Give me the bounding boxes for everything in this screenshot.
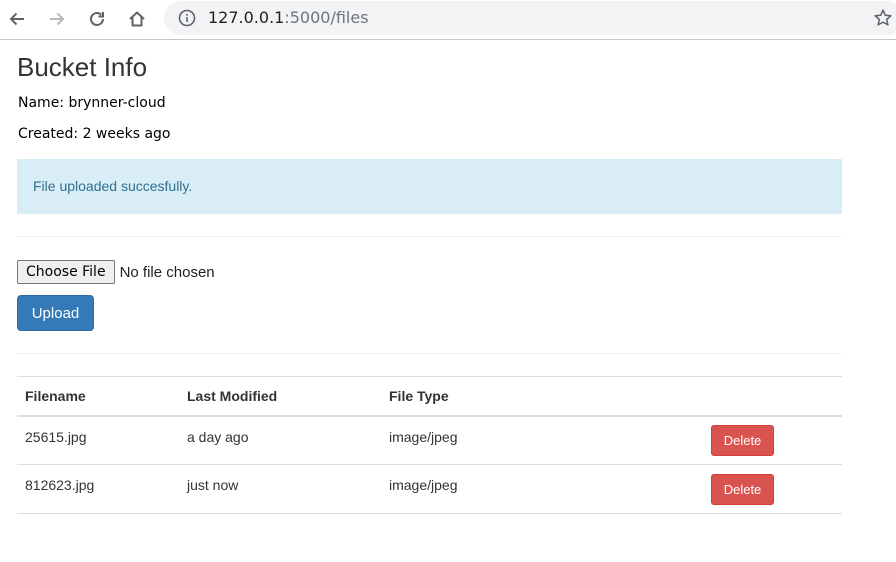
table-row: 25615.jpg a day ago image/jpeg Delete xyxy=(17,415,842,465)
bucket-name: Name: brynner-cloud xyxy=(18,95,166,111)
cell-actions: Delete xyxy=(703,464,842,514)
header-actions xyxy=(703,376,842,417)
forward-arrow-icon[interactable] xyxy=(44,6,70,32)
star-icon[interactable] xyxy=(873,8,893,28)
file-input[interactable]: Choose File No file chosen xyxy=(17,260,215,284)
browser-toolbar: 127.0.0.1:5000/files xyxy=(0,0,896,40)
delete-button[interactable]: Delete xyxy=(711,424,774,456)
url-host: 127.0.0.1 xyxy=(208,8,285,27)
cell-last-modified: a day ago xyxy=(179,415,381,465)
divider xyxy=(17,353,842,354)
cell-last-modified: just now xyxy=(179,464,381,514)
upload-button[interactable]: Upload xyxy=(17,295,94,331)
table-header-row: Filename Last Modified File Type xyxy=(17,376,842,417)
delete-button[interactable]: Delete xyxy=(711,473,774,505)
info-icon[interactable] xyxy=(178,9,196,27)
cell-file-type: image/jpeg xyxy=(381,464,703,514)
header-file-type: File Type xyxy=(381,376,703,417)
url-text[interactable]: 127.0.0.1:5000/files xyxy=(208,8,369,27)
no-file-text: No file chosen xyxy=(119,263,215,281)
files-table: Filename Last Modified File Type 25615.j… xyxy=(17,376,842,514)
bucket-created: Created: 2 weeks ago xyxy=(18,126,171,142)
url-path: :5000/files xyxy=(284,8,369,27)
address-bar[interactable]: 127.0.0.1:5000/files xyxy=(164,1,896,35)
reload-icon[interactable] xyxy=(84,6,110,32)
header-last-modified: Last Modified xyxy=(179,376,381,417)
cell-filename: 812623.jpg xyxy=(17,464,179,514)
back-arrow-icon[interactable] xyxy=(4,6,30,32)
choose-file-button[interactable]: Choose File xyxy=(17,260,115,284)
cell-actions: Delete xyxy=(703,415,842,465)
home-icon[interactable] xyxy=(124,6,150,32)
cell-filename: 25615.jpg xyxy=(17,415,179,465)
divider xyxy=(17,236,842,237)
header-filename: Filename xyxy=(17,376,179,417)
cell-file-type: image/jpeg xyxy=(381,415,703,465)
table-row: 812623.jpg just now image/jpeg Delete xyxy=(17,464,842,514)
page-title: Bucket Info xyxy=(17,52,148,82)
success-alert: File uploaded succesfully. xyxy=(17,159,842,214)
